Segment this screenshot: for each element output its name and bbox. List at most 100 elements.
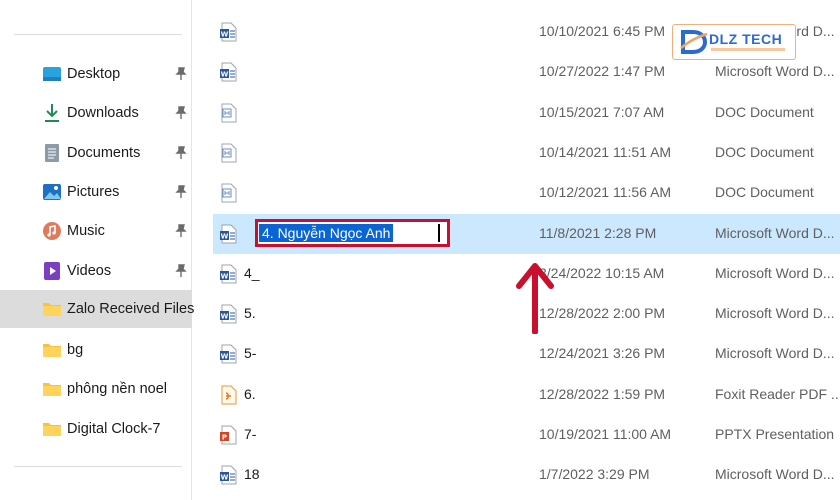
document-icon [42,143,62,163]
sidebar-item-label: Zalo Received Files [67,301,195,317]
file-type: Microsoft Word D... [715,225,835,241]
pin-icon[interactable] [174,185,188,199]
doc-document-icon [221,143,237,163]
sidebar-item-desktop[interactable]: Desktop [0,55,192,93]
music-icon [42,221,62,241]
file-row[interactable]: 10/15/2021 7:07 AM DOC Document [213,93,840,133]
file-name: 4_ [244,265,260,281]
sidebar-item-label: Desktop [67,66,121,82]
sidebar-item-label: Pictures [67,184,120,200]
sidebar-item-zalo-received-files[interactable]: Zalo Received Files [0,290,195,328]
svg-text:W: W [221,313,229,321]
file-row[interactable]: W 5- 12/24/2021 3:26 PM Microsoft Word D… [213,334,840,374]
word-document-icon: W [220,22,237,42]
dlz-logo-mark-icon [680,30,708,54]
sidebar-item-digital-clock-7[interactable]: Digital Clock-7 [0,410,192,448]
file-date: 10/27/2022 1:47 PM [539,63,666,79]
rename-input[interactable]: 4. Nguyễn Ngọc Anh [255,219,450,247]
pictures-icon [42,182,62,202]
svg-text:W: W [221,233,229,241]
sidebar-item-phong-nen-noel[interactable]: phông nền noel [0,370,192,408]
file-type: Microsoft Word D... [715,265,835,281]
file-row[interactable]: W 18 1/7/2022 3:29 PM Microsoft Word D..… [213,455,840,495]
sidebar-item-label: Videos [67,263,112,279]
file-type: DOC Document [715,104,814,120]
sidebar-divider [14,34,182,35]
sidebar-item-documents[interactable]: Documents [0,134,192,172]
file-list: W 10/10/2021 6:45 PM Microsoft Word D...… [193,0,840,500]
file-row[interactable]: P 7- 10/19/2021 11:00 AM PPTX Presentati… [213,415,840,455]
word-document-icon: W [220,344,237,364]
folder-icon [42,419,62,439]
file-type: Microsoft Word D... [715,305,835,321]
file-date: 10/15/2021 7:07 AM [539,104,665,120]
file-name: 18 [244,466,260,482]
file-name: 5- [244,345,257,361]
svg-text:W: W [221,353,229,361]
pin-icon[interactable] [174,224,188,238]
file-date: 12/28/2022 2:00 PM [539,305,666,321]
file-row[interactable]: 10/12/2021 11:56 AM DOC Document [213,173,840,213]
file-type: DOC Document [715,184,814,200]
file-type: Microsoft Word D... [715,63,835,79]
file-date: 10/12/2021 11:56 AM [539,184,672,200]
svg-text:W: W [221,31,229,39]
sidebar-item-videos[interactable]: Videos [0,252,192,290]
pin-icon[interactable] [174,67,188,81]
svg-text:P: P [222,434,227,442]
pdf-document-icon [221,385,237,405]
dlz-tech-logo: DLZ TECH [672,24,796,60]
doc-document-icon [221,183,237,203]
file-row[interactable]: 10/14/2021 11:51 AM DOC Document [213,133,840,173]
sidebar-item-label: bg [67,342,84,358]
word-document-icon: W [220,264,237,284]
pin-icon[interactable] [174,106,188,120]
file-type: Microsoft Word D... [715,466,835,482]
sidebar-item-pictures[interactable]: Pictures [0,173,192,211]
file-type: Microsoft Word D... [715,345,835,361]
file-row-selected[interactable]: W 4. Nguyễn Ngọc Anh 11/8/2021 2:28 PM M… [213,214,840,254]
pptx-presentation-icon: P [220,425,237,445]
sidebar-item-bg[interactable]: bg [0,331,192,369]
sidebar-item-label: Documents [67,145,141,161]
desktop-icon [42,64,62,84]
folder-icon [42,340,62,360]
sidebar-item-label: Digital Clock-7 [67,421,161,437]
file-date: 1/7/2022 3:29 PM [539,466,650,482]
word-document-icon: W [220,224,237,244]
navigation-pane: Desktop Downloads Documents Pictures Mus… [0,0,195,500]
file-date: 10/10/2021 6:45 PM [539,23,666,39]
file-type: DOC Document [715,144,814,160]
pin-icon[interactable] [174,264,188,278]
file-date: 10/19/2021 11:00 AM [539,426,672,442]
sidebar-divider [14,466,182,467]
sidebar-item-label: phông nền noel [67,381,167,397]
pin-icon[interactable] [174,146,188,160]
file-name: 5. [244,305,256,321]
sidebar-item-label: Downloads [67,105,139,121]
word-document-icon: W [220,465,237,485]
logo-text: DLZ TECH [709,31,783,47]
file-name: 6. [244,386,256,402]
file-name: 7- [244,426,257,442]
logo-tagline-strip [711,48,785,51]
file-date: 10/14/2021 11:51 AM [539,144,672,160]
word-document-icon: W [220,304,237,324]
file-date: 3/24/2022 10:15 AM [539,265,665,281]
file-date: 12/28/2022 1:59 PM [539,386,666,402]
file-type: PPTX Presentation [715,426,835,442]
sidebar-item-label: Music [67,223,105,239]
videos-icon [42,261,62,281]
text-caret [438,224,440,242]
sidebar-item-music[interactable]: Music [0,212,192,250]
svg-text:W: W [221,273,229,281]
file-type: Foxit Reader PDF ... [715,386,840,402]
sidebar-item-downloads[interactable]: Downloads [0,94,192,132]
download-icon [42,103,62,123]
annotation-arrow-up-icon [516,263,554,334]
file-date: 11/8/2021 2:28 PM [539,225,657,241]
file-row[interactable]: 6. 12/28/2022 1:59 PM Foxit Reader PDF .… [213,375,840,415]
file-date: 12/24/2021 3:26 PM [539,345,666,361]
folder-icon [42,299,62,319]
rename-input-selected-text[interactable]: 4. Nguyễn Ngọc Anh [259,224,394,242]
